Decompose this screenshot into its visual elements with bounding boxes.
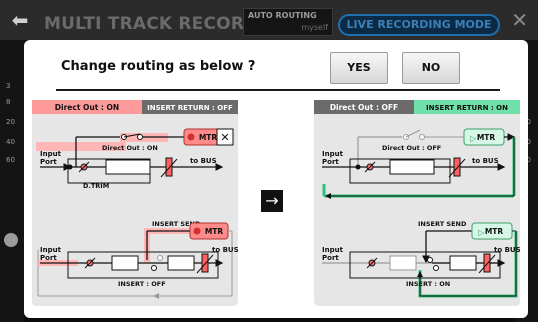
routing-after-panel: Direct Out : OFF INSERT RETURN : ON MTR … (314, 100, 521, 306)
live-recording-mode-button[interactable]: LIVE RECORDING MODE (338, 14, 500, 36)
direct-out-tab-label: Direct Out : ON (55, 103, 119, 112)
record-icon (193, 227, 201, 235)
dialog-title: Change routing as below ? (61, 59, 256, 74)
yes-button[interactable]: YES (330, 52, 388, 84)
auto-routing-label: AUTO ROUTING (248, 11, 317, 20)
input-port-label: Input (322, 246, 344, 254)
insert-send-label: INSERT SEND (418, 220, 467, 228)
fader-icon (165, 157, 173, 177)
to-bus-label: to BUS (472, 157, 499, 165)
insert-state-label: INSERT : OFF (118, 280, 166, 288)
right-arrow-icon: → (261, 190, 283, 212)
app-header: ⬅ MULTI TRACK RECORDER AUTO ROUTING myse… (0, 0, 538, 40)
routing-before-diagram: Direct Out : ON INSERT RETURN : OFF Inpu… (32, 100, 239, 299)
left-strip-number: 8 (6, 98, 11, 106)
left-strip-number: 20 (6, 118, 15, 126)
to-bus-label: to BUS (190, 157, 217, 165)
auto-routing-value: myself (301, 23, 328, 32)
direct-out-label: Direct Out : ON (102, 144, 158, 152)
left-strip-number: 40 (6, 138, 15, 146)
routing-after-diagram: Direct Out : OFF INSERT RETURN : ON MTR … (314, 100, 521, 298)
dtrim-label: D.TRIM (83, 182, 109, 190)
left-strip-number: 60 (6, 156, 15, 164)
insert-return-tab-label: INSERT RETURN : OFF (147, 104, 233, 112)
left-strip-number: 3 (6, 82, 11, 90)
input-port-label: Port (40, 158, 57, 166)
close-icon[interactable]: ✕ (511, 8, 528, 32)
mtr-label: MTR (205, 227, 224, 236)
input-port-label: Input (40, 150, 62, 158)
background-knob (4, 233, 18, 247)
change-routing-dialog: Change routing as below ? YES NO Direct … (24, 40, 528, 318)
input-port-label: Port (322, 254, 339, 262)
svg-text:✕: ✕ (220, 131, 229, 144)
mtr-label: MTR (477, 133, 496, 142)
back-arrow-icon[interactable]: ⬅ (6, 6, 34, 34)
input-port-label: Input (40, 246, 62, 254)
record-icon (187, 133, 195, 141)
insert-state-label: INSERT : ON (406, 280, 450, 288)
input-port-label: Port (322, 158, 339, 166)
svg-text:▷: ▷ (470, 134, 477, 143)
routing-before-panel: Direct Out : ON INSERT RETURN : OFF Inpu… (32, 100, 239, 306)
direct-out-label: Direct Out : OFF (382, 144, 441, 152)
insert-return-tab-label: INSERT RETURN : ON (426, 104, 508, 112)
auto-routing-display: AUTO ROUTING myself (243, 8, 333, 36)
insert-block (105, 159, 151, 175)
direct-out-tab-label: Direct Out : OFF (330, 103, 398, 112)
to-bus-label: to BUS (494, 246, 520, 254)
mtr-label: MTR (199, 133, 218, 142)
no-button[interactable]: NO (402, 52, 460, 84)
mtr-label: MTR (485, 227, 504, 236)
dialog-divider (56, 89, 500, 91)
to-bus-label: to BUS (212, 246, 238, 254)
input-port-label: Input (322, 150, 344, 158)
junction-dot (67, 164, 73, 170)
input-port-label: Port (40, 254, 57, 262)
background-left-strip: 3 8 20 40 60 (0, 40, 24, 322)
